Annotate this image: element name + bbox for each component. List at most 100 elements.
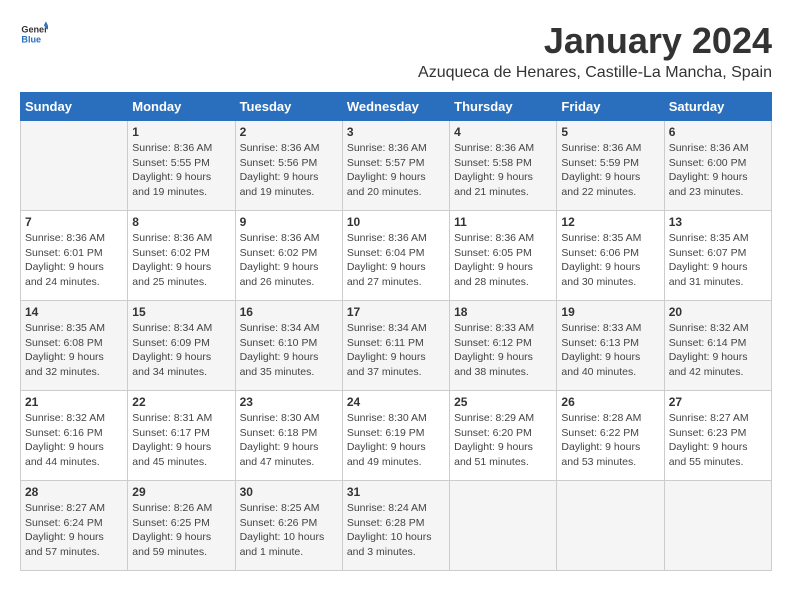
calendar-cell: 14 Sunrise: 8:35 AMSunset: 6:08 PMDayligh… [21, 301, 128, 391]
calendar-cell: 12 Sunrise: 8:35 AMSunset: 6:06 PMDayligh… [557, 211, 664, 301]
week-row-1: 1 Sunrise: 8:36 AMSunset: 5:55 PMDaylight… [21, 121, 772, 211]
day-number: 21 [25, 395, 123, 409]
week-row-5: 28Sunrise: 8:27 AMSunset: 6:24 PMDayligh… [21, 481, 772, 571]
calendar-cell [664, 481, 771, 571]
cell-content: Sunrise: 8:30 AMSunset: 6:18 PMDaylight:… [240, 411, 338, 470]
cell-content: Sunrise: 8:35 AMSunset: 6:06 PMDaylight:… [561, 231, 659, 290]
calendar-cell: 17 Sunrise: 8:34 AMSunset: 6:11 PMDayligh… [342, 301, 449, 391]
day-number: 4 [454, 125, 552, 139]
day-number: 31 [347, 485, 445, 499]
cell-content: Sunrise: 8:36 AMSunset: 6:04 PMDaylight:… [347, 231, 445, 290]
location-subtitle: Azuqueca de Henares, Castille-La Mancha,… [418, 64, 772, 82]
logo-icon: General Blue [20, 20, 48, 48]
day-number: 18 [454, 305, 552, 319]
day-number: 25 [454, 395, 552, 409]
calendar-cell: 21 Sunrise: 8:32 AMSunset: 6:16 PMDayligh… [21, 391, 128, 481]
cell-content: Sunrise: 8:35 AMSunset: 6:07 PMDaylight:… [669, 231, 767, 290]
cell-content: Sunrise: 8:28 AMSunset: 6:22 PMDaylight:… [561, 411, 659, 470]
cell-content: Sunrise: 8:33 AMSunset: 6:12 PMDaylight:… [454, 321, 552, 380]
calendar-cell: 24 Sunrise: 8:30 AMSunset: 6:19 PMDayligh… [342, 391, 449, 481]
cell-content: Sunrise: 8:33 AMSunset: 6:13 PMDaylight:… [561, 321, 659, 380]
cell-content: Sunrise: 8:35 AMSunset: 6:08 PMDaylight:… [25, 321, 123, 380]
day-number: 20 [669, 305, 767, 319]
day-number: 23 [240, 395, 338, 409]
svg-text:General: General [21, 25, 48, 35]
calendar-cell: 22 Sunrise: 8:31 AMSunset: 6:17 PMDayligh… [128, 391, 235, 481]
cell-content: Sunrise: 8:31 AMSunset: 6:17 PMDaylight:… [132, 411, 230, 470]
cell-content: Sunrise: 8:36 AMSunset: 5:55 PMDaylight:… [132, 141, 230, 200]
day-number: 17 [347, 305, 445, 319]
day-number: 30 [240, 485, 338, 499]
day-number: 11 [454, 215, 552, 229]
calendar-cell [557, 481, 664, 571]
day-number: 5 [561, 125, 659, 139]
calendar-cell: 2Sunrise: 8:36 AMSunset: 5:56 PMDaylight… [235, 121, 342, 211]
weekday-header-friday: Friday [557, 93, 664, 121]
calendar-cell: 1 Sunrise: 8:36 AMSunset: 5:55 PMDaylight… [128, 121, 235, 211]
calendar-cell: 8 Sunrise: 8:36 AMSunset: 6:02 PMDaylight… [128, 211, 235, 301]
calendar-table: SundayMondayTuesdayWednesdayThursdayFrid… [20, 92, 772, 571]
cell-content: Sunrise: 8:32 AMSunset: 6:16 PMDaylight:… [25, 411, 123, 470]
calendar-cell: 26 Sunrise: 8:28 AMSunset: 6:22 PMDayligh… [557, 391, 664, 481]
day-number: 1 [132, 125, 230, 139]
day-number: 14 [25, 305, 123, 319]
day-number: 26 [561, 395, 659, 409]
calendar-cell: 6 Sunrise: 8:36 AMSunset: 6:00 PMDaylight… [664, 121, 771, 211]
weekday-header-wednesday: Wednesday [342, 93, 449, 121]
weekday-header-thursday: Thursday [450, 93, 557, 121]
day-number: 27 [669, 395, 767, 409]
weekday-header-tuesday: Tuesday [235, 93, 342, 121]
calendar-cell: 11 Sunrise: 8:36 AMSunset: 6:05 PMDayligh… [450, 211, 557, 301]
calendar-cell: 4 Sunrise: 8:36 AMSunset: 5:58 PMDaylight… [450, 121, 557, 211]
calendar-cell: 9 Sunrise: 8:36 AMSunset: 6:02 PMDaylight… [235, 211, 342, 301]
day-number: 24 [347, 395, 445, 409]
header: General Blue January 2024 Azuqueca de He… [20, 20, 772, 82]
day-number: 9 [240, 215, 338, 229]
cell-content: Sunrise: 8:36 AMSunset: 6:02 PMDaylight:… [132, 231, 230, 290]
day-number: 10 [347, 215, 445, 229]
title-area: January 2024 Azuqueca de Henares, Castil… [418, 20, 772, 82]
calendar-cell: 3Sunrise: 8:36 AMSunset: 5:57 PMDaylight… [342, 121, 449, 211]
calendar-cell: 5 Sunrise: 8:36 AMSunset: 5:59 PMDaylight… [557, 121, 664, 211]
cell-content: Sunrise: 8:26 AMSunset: 6:25 PMDaylight:… [132, 501, 230, 560]
calendar-cell: 30 Sunrise: 8:25 AMSunset: 6:26 PMDayligh… [235, 481, 342, 571]
cell-content: Sunrise: 8:25 AMSunset: 6:26 PMDaylight:… [240, 501, 338, 560]
cell-content: Sunrise: 8:34 AMSunset: 6:11 PMDaylight:… [347, 321, 445, 380]
calendar-cell: 23 Sunrise: 8:30 AMSunset: 6:18 PMDayligh… [235, 391, 342, 481]
weekday-header-saturday: Saturday [664, 93, 771, 121]
calendar-cell: 10 Sunrise: 8:36 AMSunset: 6:04 PMDayligh… [342, 211, 449, 301]
cell-content: Sunrise: 8:36 AMSunset: 6:00 PMDaylight:… [669, 141, 767, 200]
svg-text:Blue: Blue [21, 34, 41, 44]
calendar-cell: 20 Sunrise: 8:32 AMSunset: 6:14 PMDayligh… [664, 301, 771, 391]
cell-content: Sunrise: 8:36 AMSunset: 5:58 PMDaylight:… [454, 141, 552, 200]
calendar-cell: 28Sunrise: 8:27 AMSunset: 6:24 PMDayligh… [21, 481, 128, 571]
day-number: 7 [25, 215, 123, 229]
day-number: 8 [132, 215, 230, 229]
day-number: 6 [669, 125, 767, 139]
day-number: 12 [561, 215, 659, 229]
cell-content: Sunrise: 8:36 AMSunset: 6:05 PMDaylight:… [454, 231, 552, 290]
cell-content: Sunrise: 8:29 AMSunset: 6:20 PMDaylight:… [454, 411, 552, 470]
cell-content: Sunrise: 8:32 AMSunset: 6:14 PMDaylight:… [669, 321, 767, 380]
cell-content: Sunrise: 8:36 AMSunset: 5:59 PMDaylight:… [561, 141, 659, 200]
week-row-2: 7 Sunrise: 8:36 AMSunset: 6:01 PMDaylight… [21, 211, 772, 301]
day-number: 22 [132, 395, 230, 409]
day-number: 16 [240, 305, 338, 319]
week-row-4: 21 Sunrise: 8:32 AMSunset: 6:16 PMDayligh… [21, 391, 772, 481]
cell-content: Sunrise: 8:24 AMSunset: 6:28 PMDaylight:… [347, 501, 445, 560]
day-number: 2 [240, 125, 338, 139]
weekday-header-sunday: Sunday [21, 93, 128, 121]
cell-content: Sunrise: 8:30 AMSunset: 6:19 PMDaylight:… [347, 411, 445, 470]
weekday-header-monday: Monday [128, 93, 235, 121]
cell-content: Sunrise: 8:36 AMSunset: 6:02 PMDaylight:… [240, 231, 338, 290]
weekday-header-row: SundayMondayTuesdayWednesdayThursdayFrid… [21, 93, 772, 121]
calendar-cell: 16Sunrise: 8:34 AMSunset: 6:10 PMDayligh… [235, 301, 342, 391]
cell-content: Sunrise: 8:36 AMSunset: 6:01 PMDaylight:… [25, 231, 123, 290]
cell-content: Sunrise: 8:34 AMSunset: 6:09 PMDaylight:… [132, 321, 230, 380]
day-number: 13 [669, 215, 767, 229]
day-number: 19 [561, 305, 659, 319]
calendar-cell: 15Sunrise: 8:34 AMSunset: 6:09 PMDayligh… [128, 301, 235, 391]
day-number: 28 [25, 485, 123, 499]
calendar-cell: 29Sunrise: 8:26 AMSunset: 6:25 PMDayligh… [128, 481, 235, 571]
calendar-cell: 31 Sunrise: 8:24 AMSunset: 6:28 PMDayligh… [342, 481, 449, 571]
